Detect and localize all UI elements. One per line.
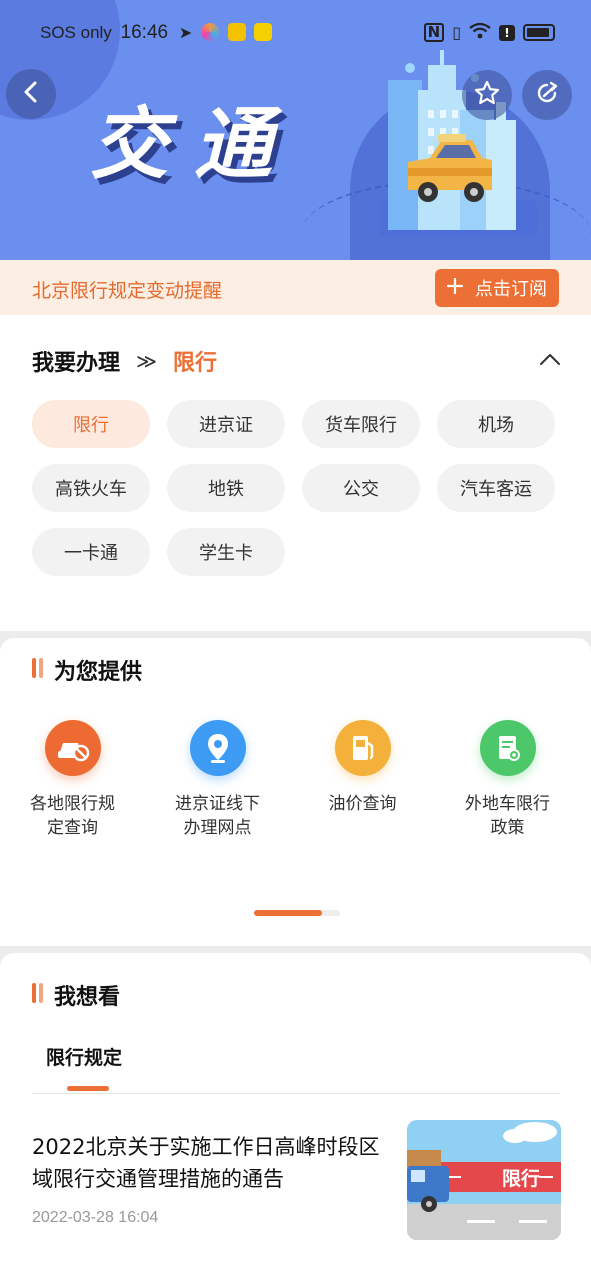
fuel-pump-icon <box>334 720 391 776</box>
policy-document-icon <box>479 720 536 776</box>
news-thumbnail[interactable]: 限行 <box>407 1120 561 1240</box>
location-pin-icon <box>189 720 246 776</box>
service-label-line: 办理网点 <box>183 818 252 838</box>
chip-restriction[interactable]: 限行 <box>32 400 150 448</box>
service-label-line: 定查询 <box>47 818 98 838</box>
subscribe-banner: 北京限行规定变动提醒 点击订阅 <box>0 260 591 315</box>
double-chevron-icon: ≫ <box>136 349 157 373</box>
subscribe-notice: 北京限行规定变动提醒 <box>32 280 223 302</box>
service-label-line: 进京证线下 <box>175 794 260 814</box>
page-title: 交通 <box>90 100 299 190</box>
tab-restriction-rules[interactable]: 限行规定 <box>46 1043 122 1070</box>
chip-high-speed-rail[interactable]: 高铁火车 <box>32 464 150 512</box>
hero-banner: SOS only 16:46 ➤ N ▯ ! 交通 <box>0 0 591 260</box>
plus-icon <box>446 277 464 299</box>
favorite-button[interactable] <box>462 70 512 120</box>
current-category: 限行 <box>172 351 217 376</box>
alert-icon: ! <box>499 24 515 41</box>
section-marker <box>32 983 43 1003</box>
service-label-line: 政策 <box>490 818 525 838</box>
app-notification-icon <box>227 23 246 41</box>
app-notification-icon <box>254 23 273 41</box>
car-restriction-icon <box>44 720 101 776</box>
chip-truck-restriction[interactable]: 货车限行 <box>302 400 420 448</box>
chevron-up-icon <box>539 351 561 370</box>
service-label: 油价查询 <box>298 792 428 816</box>
chip-subway[interactable]: 地铁 <box>167 464 285 512</box>
chevron-left-icon <box>21 80 41 108</box>
tab-indicator <box>67 1086 109 1091</box>
section-title: 我要办理 <box>32 351 121 376</box>
status-right: N ▯ ! <box>423 22 555 43</box>
service-restriction-query[interactable]: 各地限行规 定查询 <box>0 720 145 840</box>
service-label: 外地车限行 政策 <box>443 792 573 840</box>
back-button[interactable] <box>6 69 56 119</box>
chip-beijing-permit[interactable]: 进京证 <box>167 400 285 448</box>
section-title: 我想看 <box>54 985 121 1010</box>
nfc-icon: N <box>423 23 445 42</box>
chip-coach[interactable]: 汽车客运 <box>437 464 555 512</box>
handle-section: 我要办理 ≫ 限行 限行 进京证 货车限行 机场 高铁火车 地铁 公交 汽车客运… <box>0 315 591 631</box>
collapse-button[interactable] <box>539 351 561 370</box>
wifi-icon <box>469 22 491 43</box>
subscribe-button-label: 点击订阅 <box>475 279 547 300</box>
thumbnail-label: 限行 <box>501 1168 540 1190</box>
chip-airport[interactable]: 机场 <box>437 400 555 448</box>
service-label-line: 油价查询 <box>328 794 397 814</box>
service-permit-offices[interactable]: 进京证线下 办理网点 <box>145 720 290 840</box>
service-fuel-price[interactable]: 油价查询 <box>290 720 435 840</box>
page-indicator <box>254 910 340 916</box>
section-title: 为您提供 <box>54 660 143 685</box>
subscribe-button[interactable]: 点击订阅 <box>435 269 559 307</box>
vibrate-icon: ▯ <box>452 23 461 42</box>
chip-student-card[interactable]: 学生卡 <box>167 528 285 576</box>
battery-icon <box>523 24 555 41</box>
chip-bus[interactable]: 公交 <box>302 464 420 512</box>
status-left: SOS only 16:46 ➤ <box>40 22 273 44</box>
telegram-icon: ➤ <box>178 25 193 42</box>
service-nonlocal-policy[interactable]: 外地车限行 政策 <box>435 720 580 840</box>
service-label: 进京证线下 办理网点 <box>153 792 283 840</box>
service-label-line: 各地限行规 <box>30 794 115 814</box>
watch-section: 我想看 限行规定 2022北京关于实施工作日高峰时段区域限行交通管理措施的通告 … <box>0 953 591 1280</box>
chip-transit-card[interactable]: 一卡通 <box>32 528 150 576</box>
share-icon <box>533 79 561 111</box>
carrier-text: SOS only <box>40 23 112 42</box>
service-label: 各地限行规 定查询 <box>8 792 138 840</box>
breadcrumb: 我要办理 ≫ 限行 <box>32 345 217 377</box>
news-title[interactable]: 2022北京关于实施工作日高峰时段区域限行交通管理措施的通告 <box>32 1131 392 1195</box>
clock: 16:46 <box>120 22 169 43</box>
service-label-line: 外地车限行 <box>465 794 550 814</box>
share-button[interactable] <box>522 70 572 120</box>
app-notification-icon <box>200 23 219 41</box>
divider <box>32 1093 560 1094</box>
service-grid: 各地限行规 定查询 进京证线下 办理网点 油价查询 外地车限行 政策 <box>0 720 591 840</box>
provide-section: 为您提供 各地限行规 定查询 进京证线下 办理网点 油价查询 外地车限行 政策 <box>0 638 591 946</box>
page-indicator-fill <box>254 910 322 916</box>
section-marker <box>32 658 43 678</box>
star-icon <box>473 79 501 111</box>
news-timestamp: 2022-03-28 16:04 <box>32 1209 159 1226</box>
category-chips: 限行 进京证 货车限行 机场 高铁火车 地铁 公交 汽车客运 一卡通 学生卡 <box>32 400 562 576</box>
